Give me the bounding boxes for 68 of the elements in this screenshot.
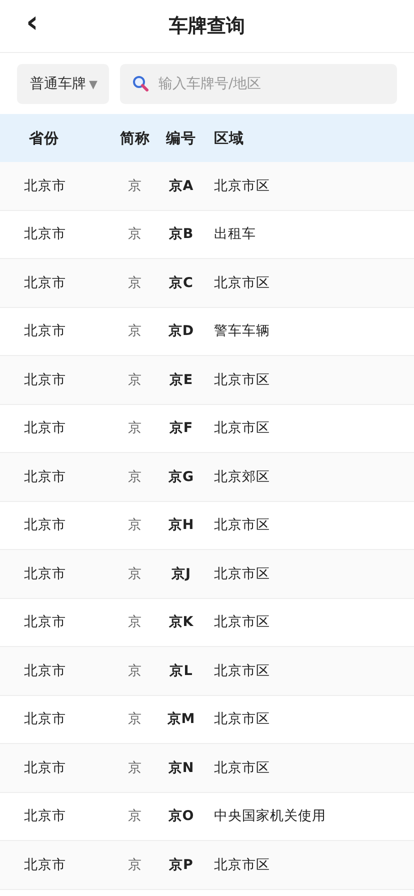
table-cell: 京 (128, 710, 142, 728)
table-cell: 京 (128, 274, 142, 292)
table-cell: 京 (128, 613, 142, 632)
table-cell: 北京市 (24, 274, 66, 292)
table-cell: 北京市 (24, 613, 66, 632)
table-cell: 京N (168, 758, 194, 777)
table-cell: 京J (171, 564, 191, 583)
table-cell-text: 警车车辆 (213, 322, 271, 340)
table-cell-text: 北京市区 (213, 856, 271, 874)
table-cell-text: 北京市区 (213, 758, 271, 777)
table-cell-text: 北京郊区 (213, 468, 271, 486)
table-cell: 京B (168, 225, 194, 244)
table-cell: 京 (128, 468, 142, 486)
table-cell-text: 北京市区 (213, 370, 271, 389)
search-field[interactable]: 输入车牌号/地区 (120, 64, 397, 104)
table-cell-text: 北京市区 (213, 564, 271, 583)
table-cell: 京K (168, 613, 194, 632)
table-cell-text: 北京市区 (213, 176, 271, 195)
table-cell: 北京市 (24, 225, 66, 244)
table-cell: 京 (128, 758, 142, 777)
table-cell: 北京市 (24, 564, 66, 583)
table-cell: 京H (168, 516, 194, 534)
table-cell: 北京市 (24, 176, 66, 195)
table-cell: 京 (128, 564, 142, 583)
table-cell: 北京市 (24, 516, 66, 534)
table-cell: 京L (170, 662, 192, 680)
table-cell-text: 北京市区 (213, 613, 271, 632)
column-header: 简称 (120, 130, 150, 148)
table-cell-text: 出租车 (213, 225, 257, 244)
table-cell: 京 (128, 807, 142, 826)
column-header: 区域 (213, 130, 245, 148)
table-cell: 京 (128, 662, 142, 680)
table-cell: 京 (128, 419, 142, 438)
table-cell: 京C (169, 274, 193, 292)
table-cell: 京P (169, 856, 193, 874)
table-cell: 京A (168, 176, 194, 195)
table-cell: 北京市 (24, 710, 66, 728)
table-cell: 京D (168, 322, 194, 340)
table-cell: 京G (168, 468, 194, 486)
plate-type-dropdown[interactable]: 普通车牌 ▼ (17, 64, 110, 104)
table-cell: 京O (168, 807, 194, 826)
table-cell-text: 北京市区 (213, 662, 271, 680)
table-cell-text: 北京市区 (213, 516, 271, 534)
table-cell: 京M (167, 710, 195, 728)
page-title: 车牌查询 (169, 14, 245, 39)
table-cell: 北京市 (24, 856, 66, 874)
table-cell: 京 (128, 225, 142, 244)
table-cell-text: 北京市区 (213, 710, 271, 728)
table-cell-text: 中央国家机关使用 (213, 807, 327, 826)
table-cell-text: 北京市区 (213, 419, 271, 438)
table-cell: 北京市 (24, 419, 66, 438)
table-cell: 北京市 (24, 322, 66, 340)
table-cell: 北京市 (24, 758, 66, 777)
table-cell: 京 (128, 856, 142, 874)
table-cell: 京 (128, 176, 142, 195)
back-button[interactable]: ‹ (22, 8, 42, 38)
column-header: 编号 (166, 130, 196, 148)
table-cell: 北京市 (24, 370, 66, 389)
table-cell: 京 (128, 322, 142, 340)
table-cell: 北京市 (24, 807, 66, 826)
table-cell: 北京市 (24, 662, 66, 680)
table-cell: 京F (169, 419, 193, 438)
column-header: 省份 (28, 130, 59, 148)
table-cell: 京 (128, 516, 142, 534)
table-cell-text: 北京市区 (213, 274, 271, 292)
table-cell: 北京市 (24, 468, 66, 486)
table-cell: 京 (128, 370, 142, 389)
table-cell: 京E (169, 370, 193, 389)
